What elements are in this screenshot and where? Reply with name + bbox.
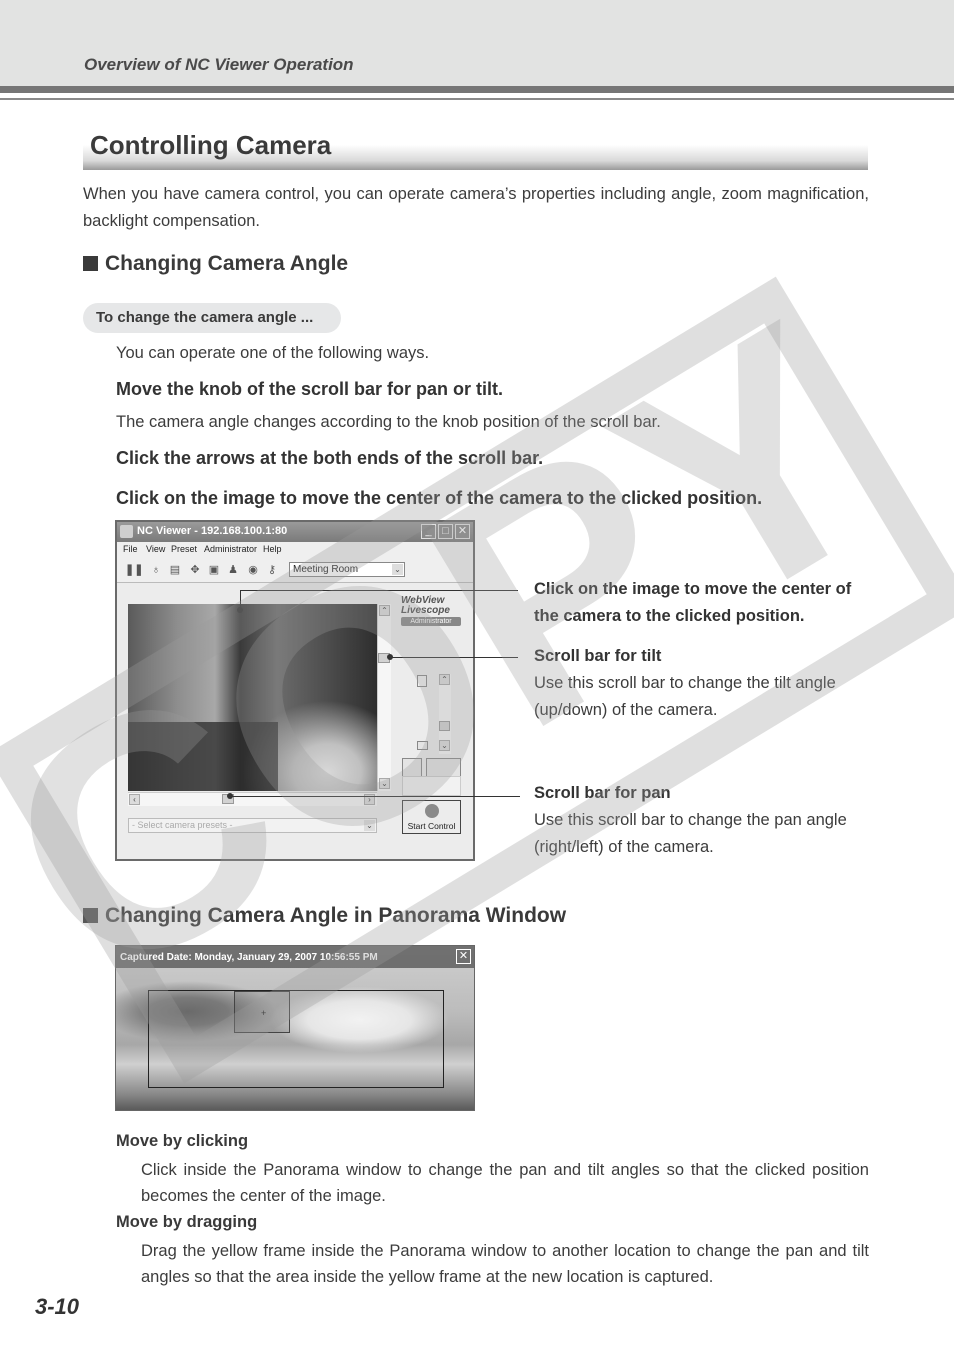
nc-viewer-window: NC Viewer - 192.168.100.1:80 _ □ ✕ File … [115,520,475,861]
zoom-down-arrow-icon[interactable]: ⌄ [439,740,450,751]
way-2-title: Click the arrows at the both ends of the… [116,448,544,468]
section-intro: When you have camera control, you can op… [83,185,869,230]
close-icon[interactable]: ✕ [456,949,471,964]
panorama-window[interactable]: Captured Date: Monday, January 29, 2007 … [115,945,475,1111]
move-icon[interactable]: ✥ [189,564,201,576]
lead-text: You can operate one of the following way… [116,344,430,362]
pause-icon[interactable]: ❚❚ [125,564,143,576]
zoom-scroll-knob[interactable] [439,721,450,731]
webview-livescope-logo: WebView Livescope Administrator [401,596,461,626]
callout-pan-title: Scroll bar for pan [534,784,671,802]
network-icon[interactable]: ▤ [169,564,181,576]
chevron-down-icon[interactable]: ⌄ [392,564,403,575]
way-1-title: Move the knob of the scroll bar for pan … [116,379,504,399]
callout-dot-image [237,607,243,613]
camera-image-sofa [128,722,278,791]
light-bulb-icon[interactable]: ♁ [150,564,162,576]
header-rule-thick [0,86,954,93]
square-bullet-icon [83,256,98,271]
camera-select-value: Meeting Room [293,564,359,575]
menu-bar: File View Preset Administrator Help [117,542,473,558]
callout-pan: Scroll bar for pan Use this scroll bar t… [534,780,874,861]
chevron-down-icon[interactable]: ⌄ [364,820,375,831]
maximize-button[interactable]: □ [438,524,453,539]
callout-dot-tilt [387,654,393,660]
callout-image-click: Click on the image to move the center of… [534,580,852,625]
header-rule-thin [0,98,954,100]
subheading-changing-angle: Changing Camera Angle [83,252,348,276]
key-icon[interactable]: ⚷ [266,564,278,576]
app-icon [120,525,133,538]
camera-icon [425,804,439,818]
start-control-button[interactable]: Start Control [402,800,461,834]
panorama-button[interactable] [426,758,461,778]
camera-presets-select[interactable]: - Select camera presets - ⌄ [128,818,377,833]
window-title: NC Viewer - 192.168.100.1:80 [137,525,288,537]
pan-scrollbar[interactable]: ‹ › [128,792,377,806]
zoom-up-arrow-icon[interactable]: ⌃ [439,674,450,685]
section-title: Controlling Camera [90,130,332,160]
toolbar: ❚❚ ♁ ▤ ✥ ▣ ♟ ◉ ⚷ Meeting Room ⌄ [117,558,473,583]
minimize-button[interactable]: _ [421,524,436,539]
start-control-label: Start Control [407,821,456,831]
move-by-clicking-desc: Click inside the Panorama window to chan… [141,1161,869,1205]
menu-view[interactable]: View [146,544,165,554]
callout-tilt-title: Scroll bar for tilt [534,647,662,665]
tilt-scrollbar[interactable]: ⌃ ⌄ [377,604,391,791]
callout-line-pan [230,796,520,797]
menu-file[interactable]: File [123,544,138,554]
panorama-title: Captured Date: Monday, January 29, 2007 … [120,952,378,963]
subheading-panorama: Changing Camera Angle in Panorama Window [83,904,566,928]
move-by-clicking-title: Move by clicking [116,1132,249,1150]
callout-tilt-desc: Use this scroll bar to change the tilt a… [534,674,836,719]
scroll-down-arrow-icon[interactable]: ⌄ [379,778,390,789]
users-icon[interactable]: ♟ [227,564,239,576]
callout-line-tilt [390,657,518,658]
zoom-tele-icon [417,675,427,687]
logo-line-2: Livescope [401,605,450,616]
zoom-wide-icon [417,741,428,750]
move-by-dragging-title: Move by dragging [116,1213,258,1231]
status-box [402,776,461,796]
panorama-range-frame [148,990,444,1088]
panorama-titlebar: Captured Date: Monday, January 29, 2007 … [116,946,474,968]
page-number: 3-10 [35,1294,80,1319]
camera-select[interactable]: Meeting Room ⌄ [289,562,405,577]
callout-line-image [240,590,518,591]
panorama-view-frame[interactable]: + [234,991,290,1033]
callout-pan-desc: Use this scroll bar to change the pan an… [534,811,847,856]
menu-administrator[interactable]: Administrator [204,544,257,554]
audio-icon[interactable]: ◉ [247,564,259,576]
move-by-dragging-desc: Drag the yellow frame inside the Panoram… [141,1242,869,1286]
way-1-desc: The camera angle changes according to th… [116,413,661,431]
scroll-left-arrow-icon[interactable]: ‹ [129,794,140,805]
menu-help[interactable]: Help [263,544,282,554]
window-titlebar: NC Viewer - 192.168.100.1:80 _ □ ✕ [117,522,473,542]
callout-dot-pan [227,793,233,799]
crosshair-icon: + [261,1008,267,1018]
way-3-title: Click on the image to move the center of… [116,488,763,508]
subheading-text: Changing Camera Angle [105,252,349,275]
running-title: Overview of NC Viewer Operation [84,55,354,74]
callout-tilt: Scroll bar for tilt Use this scroll bar … [534,643,874,724]
menu-preset[interactable]: Preset [171,544,197,554]
close-button[interactable]: ✕ [455,524,470,539]
square-bullet-icon [83,908,98,923]
procedure-pill-label: To change the camera angle ... [96,309,314,326]
zoom-scrollbar[interactable]: ⌃ ⌄ [439,674,451,754]
snapshot-icon[interactable]: ▣ [208,564,220,576]
logo-badge: Administrator [401,617,461,626]
scroll-up-arrow-icon[interactable]: ⌃ [379,605,390,616]
backlight-button[interactable] [402,758,422,778]
subheading-text: Changing Camera Angle in Panorama Window [105,904,567,927]
camera-presets-placeholder: - Select camera presets - [132,820,233,830]
